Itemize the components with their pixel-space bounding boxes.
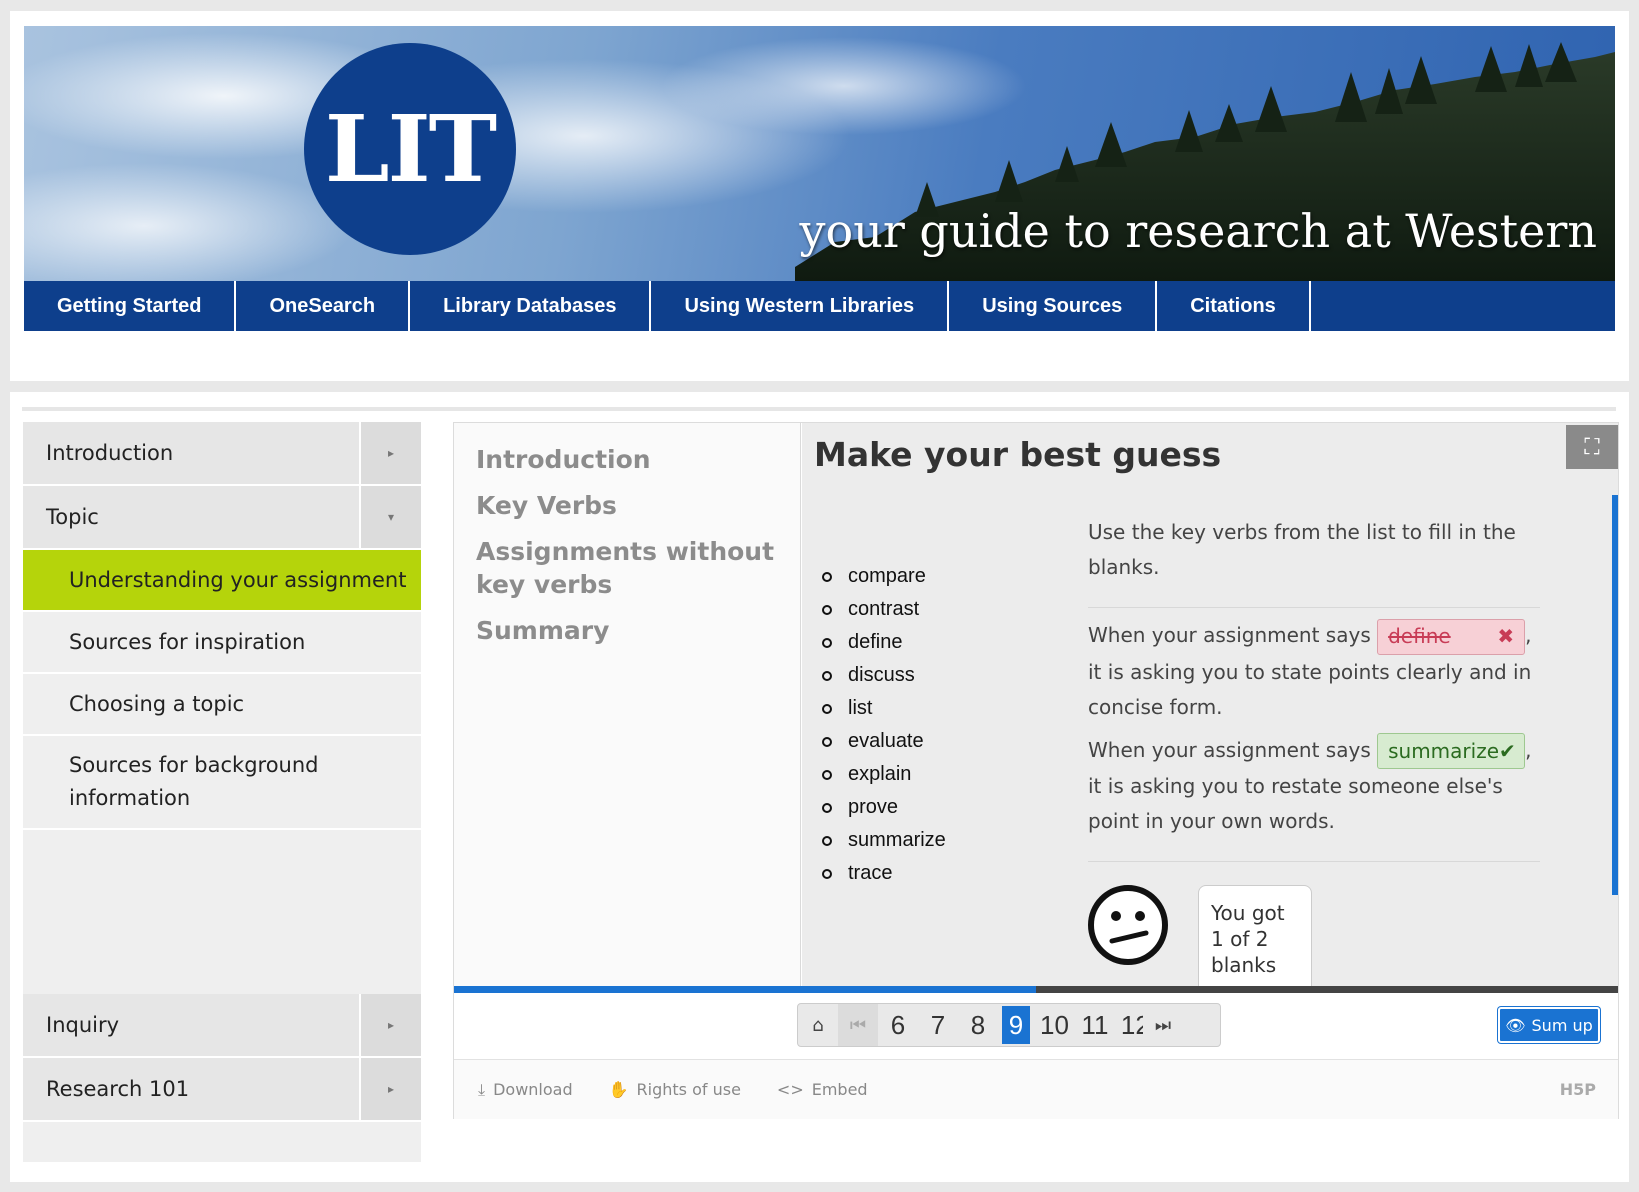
download-link[interactable]: ⤓ Download xyxy=(478,1080,573,1100)
sidebar-subitem-understanding-your-assignment[interactable]: Understanding your assignment xyxy=(23,550,421,612)
nav-citations[interactable]: Citations xyxy=(1157,281,1311,331)
main-card: Introduction ▸ Topic ▾ Understanding you… xyxy=(10,392,1629,1182)
sidebar-subitem-sources-for-inspiration[interactable]: Sources for inspiration xyxy=(23,612,421,674)
list-item: evaluate xyxy=(822,725,946,758)
sidebar-item-inquiry[interactable]: Inquiry ▸ xyxy=(23,994,421,1058)
blank-value: summarize xyxy=(1388,738,1499,763)
tagline: your guide to research at Western xyxy=(799,204,1597,258)
lit-logo[interactable]: LIT xyxy=(304,43,516,255)
chevron-right-icon[interactable]: ▸ xyxy=(359,994,421,1056)
slide-title: Make your best guess xyxy=(814,435,1222,474)
list-item: contrast xyxy=(822,593,946,626)
presentation-nav-item[interactable]: Assignments without key verbs xyxy=(476,535,778,601)
divider xyxy=(1088,607,1540,608)
blank-input-wrong[interactable]: define ✖ xyxy=(1377,618,1526,655)
progress-bar[interactable] xyxy=(454,986,1618,993)
question-1: When your assignment says define ✖ , it … xyxy=(1088,618,1540,733)
list-item: list xyxy=(822,692,946,725)
list-item: discuss xyxy=(822,659,946,692)
fullscreen-icon[interactable]: ⛶ xyxy=(1566,425,1618,469)
check-icon: ✔ xyxy=(1499,738,1516,763)
presentation-nav-item[interactable]: Summary xyxy=(476,614,778,647)
h5p-logo[interactable]: H5P xyxy=(1560,1080,1596,1099)
x-icon: ✖ xyxy=(1497,624,1515,648)
blank-value: define xyxy=(1388,624,1451,648)
divider xyxy=(1088,861,1540,862)
page-number[interactable]: 10 xyxy=(1034,1004,1075,1046)
slide-pager: ⌂ ⏮ 6 7 8 9 10 11 12 ⏭ xyxy=(797,1003,1221,1047)
verb-list: compare contrast define discuss list eva… xyxy=(822,560,946,890)
nav-onesearch[interactable]: OneSearch xyxy=(236,281,411,331)
sidebar-subitem-sources-for-background-information[interactable]: Sources for background information xyxy=(23,736,421,830)
header-banner: LIT your guide to research at Western xyxy=(24,26,1615,282)
eye-icon: 👁 xyxy=(1505,1015,1526,1035)
page-number[interactable]: 7 xyxy=(918,1004,958,1046)
divider xyxy=(22,407,1616,411)
page-number[interactable]: 11 xyxy=(1075,1004,1115,1046)
last-page-icon[interactable]: ⏭ xyxy=(1143,1004,1183,1046)
main-nav: Getting Started OneSearch Library Databa… xyxy=(24,281,1615,331)
rights-of-use-link[interactable]: ✋ Rights of use xyxy=(609,1080,741,1099)
list-item: compare xyxy=(822,560,946,593)
list-item: summarize xyxy=(822,824,946,857)
nav-using-sources[interactable]: Using Sources xyxy=(949,281,1158,331)
presentation-nav-item[interactable]: Introduction xyxy=(476,443,778,476)
question-text: When your assignment says xyxy=(1088,623,1371,647)
scrollbar[interactable] xyxy=(1612,495,1618,895)
list-item: explain xyxy=(822,758,946,791)
page-number-current[interactable]: 9 xyxy=(1002,1006,1030,1044)
sum-up-button[interactable]: 👁 Sum up xyxy=(1498,1007,1600,1043)
question-text: When your assignment says xyxy=(1088,737,1371,762)
sidebar-subitem-choosing-a-topic[interactable]: Choosing a topic xyxy=(23,674,421,736)
list-item: prove xyxy=(822,791,946,824)
page-number[interactable]: 12 xyxy=(1115,1004,1143,1046)
h5p-presentation: Introduction Key Verbs Assignments witho… xyxy=(453,422,1619,1119)
sidebar-item-label: Topic xyxy=(46,505,99,529)
fill-in-blanks: Use the key verbs from the list to fill … xyxy=(1088,515,1540,872)
list-item: define xyxy=(822,626,946,659)
download-icon: ⤓ xyxy=(478,1079,486,1099)
nav-library-databases[interactable]: Library Databases xyxy=(410,281,652,331)
sidebar-item-label: Inquiry xyxy=(46,1013,120,1037)
page-number[interactable]: 8 xyxy=(958,1004,998,1046)
sidebar-item-topic[interactable]: Topic ▾ xyxy=(23,486,421,550)
score-bubble: You got 1 of 2 blanks xyxy=(1198,885,1312,990)
progress-fill xyxy=(454,986,1036,993)
sum-up-label: Sum up xyxy=(1531,1015,1593,1035)
page-number[interactable]: 6 xyxy=(878,1004,918,1046)
presentation-nav: Introduction Key Verbs Assignments witho… xyxy=(454,423,801,990)
neutral-face-icon xyxy=(1088,885,1168,965)
nav-using-western-libraries[interactable]: Using Western Libraries xyxy=(651,281,950,331)
sidebar: Introduction ▸ Topic ▾ Understanding you… xyxy=(23,422,421,1162)
sidebar-item-label: Research 101 xyxy=(46,1077,190,1101)
header-card: LIT your guide to research at Western Ge… xyxy=(10,11,1629,381)
sidebar-item-label: Introduction xyxy=(46,441,174,465)
home-icon[interactable]: ⌂ xyxy=(798,1004,838,1046)
nav-getting-started[interactable]: Getting Started xyxy=(24,281,237,331)
instructions: Use the key verbs from the list to fill … xyxy=(1088,520,1516,579)
first-page-icon[interactable]: ⏮ xyxy=(838,1004,878,1046)
chevron-right-icon[interactable]: ▸ xyxy=(359,422,421,484)
handshake-icon: ✋ xyxy=(608,1080,629,1099)
presentation-nav-item[interactable]: Key Verbs xyxy=(476,489,778,522)
question-2: When your assignment says summarize ✔ , … xyxy=(1088,733,1540,848)
rights-label: Rights of use xyxy=(636,1080,741,1099)
slide: Make your best guess ⛶ compare contrast … xyxy=(802,423,1618,990)
list-item: trace xyxy=(822,857,946,890)
embed-link[interactable]: <> Embed xyxy=(777,1080,868,1099)
sidebar-item-introduction[interactable]: Introduction ▸ xyxy=(23,422,421,486)
blank-input-correct[interactable]: summarize ✔ xyxy=(1377,733,1526,769)
sidebar-item-research-101[interactable]: Research 101 ▸ xyxy=(23,1058,421,1122)
chevron-down-icon[interactable]: ▾ xyxy=(359,486,421,548)
embed-icon: <> xyxy=(776,1080,804,1099)
download-label: Download xyxy=(493,1080,573,1099)
chevron-right-icon[interactable]: ▸ xyxy=(359,1058,421,1120)
embed-label: Embed xyxy=(811,1080,868,1099)
h5p-footer: ⤓ Download ✋ Rights of use <> Embed H5P xyxy=(454,1059,1618,1119)
